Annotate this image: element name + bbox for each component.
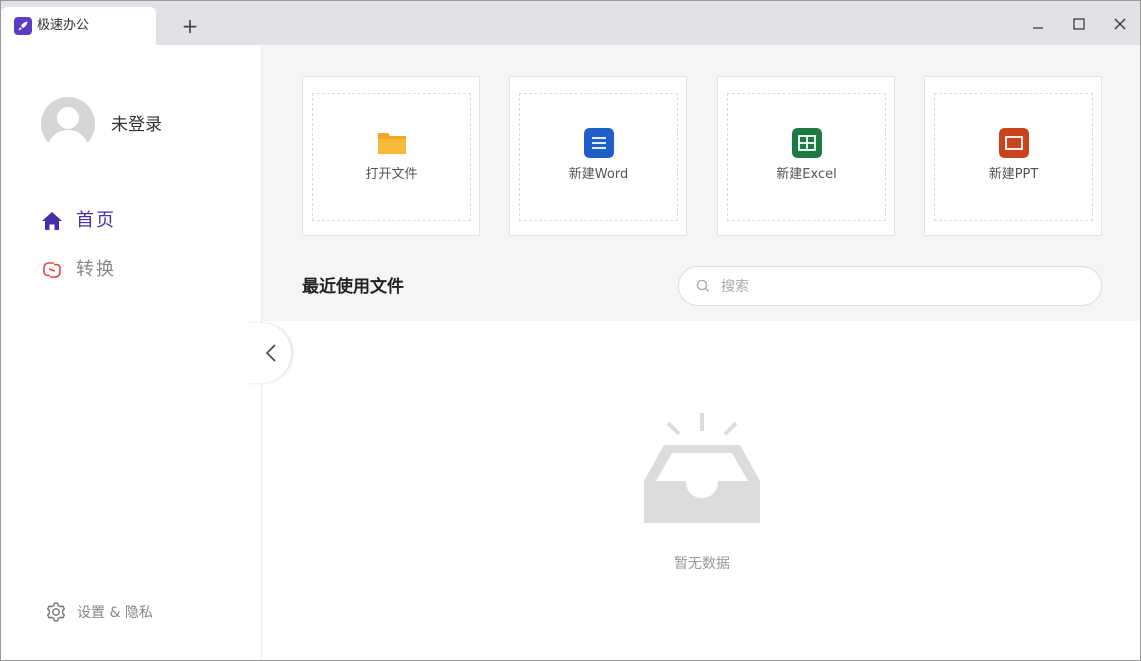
- minimize-icon: [1033, 27, 1043, 29]
- sidebar: 未登录 首页 转换 设置 & 隐私: [1, 45, 262, 660]
- app-window: 极速办公 + 未登录 首页 转换 设置 & 隐私 打开文件 新建Word 新建E…: [0, 0, 1141, 661]
- excel-icon: [792, 128, 822, 158]
- settings-label: 设置 & 隐私: [77, 605, 153, 621]
- settings-privacy-link[interactable]: 设置 & 隐私: [45, 601, 205, 625]
- title-bar: 极速办公 +: [1, 1, 1140, 45]
- sidebar-item-label: 首页: [76, 210, 116, 231]
- word-icon: [584, 128, 614, 158]
- open-file-card[interactable]: 打开文件: [302, 76, 480, 236]
- search-icon: [696, 279, 710, 293]
- convert-icon: [43, 262, 61, 278]
- sidebar-item-home[interactable]: 首页: [41, 207, 191, 235]
- collapse-sidebar-button[interactable]: [245, 323, 291, 383]
- card-dropzone: 新建Word: [519, 93, 678, 221]
- recent-files-title: 最近使用文件: [302, 277, 404, 297]
- card-label: 新建PPT: [988, 167, 1039, 182]
- maximize-button[interactable]: [1068, 13, 1090, 35]
- chevron-left-icon: [265, 344, 276, 362]
- avatar[interactable]: [41, 97, 95, 151]
- card-dropzone: 新建Excel: [727, 93, 886, 221]
- tab-title: 极速办公: [37, 18, 90, 33]
- minimize-button[interactable]: [1027, 13, 1049, 35]
- user-avatar-icon: [46, 107, 90, 151]
- ppt-icon: [999, 128, 1029, 158]
- close-icon: [1114, 18, 1126, 30]
- search-box[interactable]: [678, 266, 1102, 306]
- new-tab-button[interactable]: +: [179, 15, 201, 37]
- card-label: 新建Excel: [776, 167, 837, 182]
- sidebar-item-convert[interactable]: 转换: [41, 256, 191, 284]
- home-icon: [42, 212, 62, 230]
- empty-state-text: 暂无数据: [674, 556, 730, 572]
- new-ppt-card[interactable]: 新建PPT: [924, 76, 1102, 236]
- card-label: 新建Word: [568, 167, 629, 182]
- new-excel-card[interactable]: 新建Excel: [717, 76, 895, 236]
- empty-inbox-icon: [644, 413, 760, 523]
- card-dropzone: 打开文件: [312, 93, 471, 221]
- card-dropzone: 新建PPT: [934, 93, 1093, 221]
- gear-icon: [46, 602, 66, 622]
- folder-icon: [378, 133, 406, 154]
- close-button[interactable]: [1109, 13, 1131, 35]
- new-word-card[interactable]: 新建Word: [509, 76, 687, 236]
- login-status[interactable]: 未登录: [111, 115, 162, 135]
- maximize-icon: [1073, 18, 1085, 30]
- sidebar-item-label: 转换: [76, 259, 116, 280]
- tab-home[interactable]: 极速办公: [1, 7, 156, 45]
- card-label: 打开文件: [365, 167, 418, 182]
- app-logo-icon: [14, 17, 32, 35]
- search-input[interactable]: [719, 276, 1083, 298]
